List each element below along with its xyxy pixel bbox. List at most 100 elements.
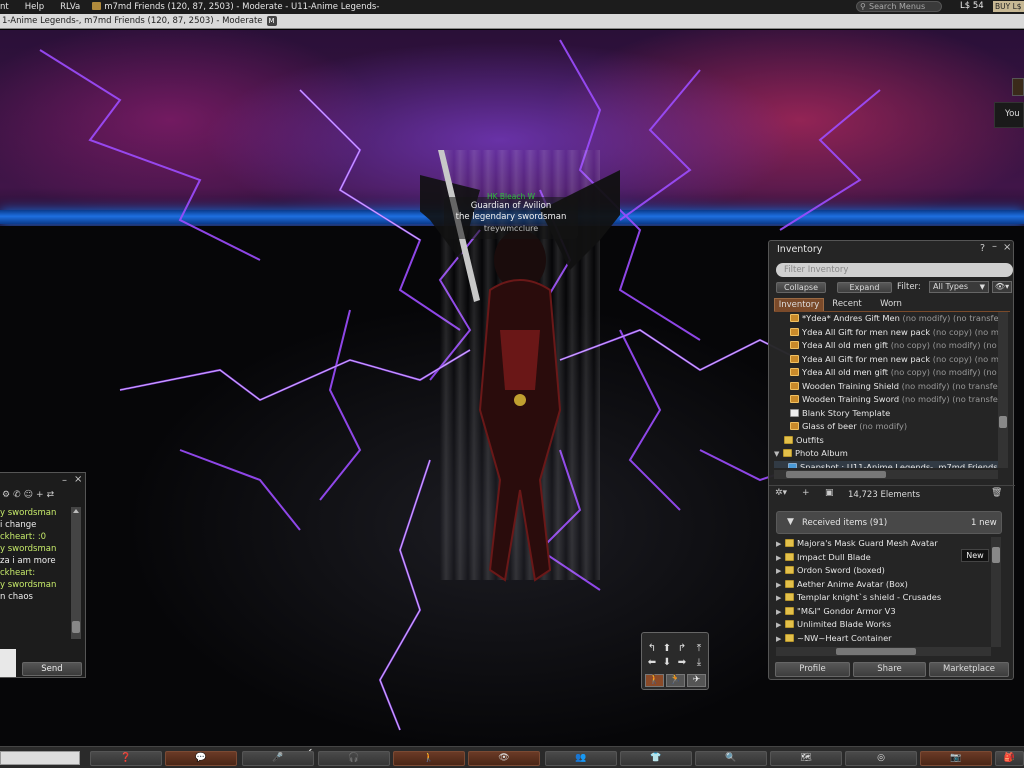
help-button[interactable]: ❓ xyxy=(90,751,162,766)
phone-icon[interactable]: ✆ xyxy=(13,490,21,504)
inventory-item[interactable]: Ydea All Gift for men new pack (no copy)… xyxy=(774,326,998,340)
move-backward-icon[interactable]: ⬇ xyxy=(660,657,674,669)
inventory-item[interactable]: *Ydea* Andres Gift Men (no modify) (no t… xyxy=(774,312,998,326)
chevron-right-icon[interactable]: ▶ xyxy=(776,606,785,620)
received-folder[interactable]: ▶ Unlimited Blade Works xyxy=(776,618,991,632)
move-button[interactable]: 🚶 xyxy=(393,751,465,766)
close-icon[interactable]: × xyxy=(74,474,82,485)
chevron-right-icon[interactable]: ▶ xyxy=(776,538,785,552)
received-folder[interactable]: ▶ "M&I" Gondor Armor V3 xyxy=(776,605,991,619)
inventory-item[interactable]: Ydea All old men gift (no copy) (no modi… xyxy=(774,339,998,353)
turn-right-icon[interactable]: ↱ xyxy=(675,643,689,655)
received-folder[interactable]: ▶ ~NW~Heart Container xyxy=(776,632,991,646)
share-icon[interactable]: ⇄ xyxy=(47,490,55,504)
received-folder[interactable]: ▶ Majora's Mask Guard Mesh Avatar xyxy=(776,537,991,551)
trash-folder-icon[interactable]: ▣ xyxy=(825,488,834,498)
strafe-right-icon[interactable]: ➡ xyxy=(675,657,689,669)
tab-worn[interactable]: Worn xyxy=(871,298,911,311)
move-forward-icon[interactable]: ⬆ xyxy=(660,643,674,655)
inventory-folder[interactable]: ▼ Photo Album xyxy=(774,447,998,461)
inventory-item[interactable]: Glass of beer (no modify) xyxy=(774,420,998,434)
fly-up-icon[interactable]: ⤒ xyxy=(692,643,706,655)
menu-world[interactable]: nt xyxy=(0,2,17,12)
chat-input-field[interactable] xyxy=(0,649,16,677)
inventory-item[interactable]: Snapshot : U11-Anime Legends-, m7md Frie… xyxy=(774,460,998,468)
inventory-scrollbar[interactable] xyxy=(998,312,1008,468)
inventory-button[interactable]: 🎒 xyxy=(995,751,1024,766)
add-icon[interactable]: + xyxy=(36,490,44,504)
view-button[interactable]: 👁 xyxy=(468,751,540,766)
chevron-right-icon[interactable]: ▶ xyxy=(776,633,785,647)
marketplace-button[interactable]: Marketplace xyxy=(929,662,1009,677)
turn-left-icon[interactable]: ↰ xyxy=(645,643,659,655)
speak-button[interactable]: 🎤 xyxy=(242,751,314,766)
received-folder[interactable]: ▶ Aether Anime Avatar (Box) xyxy=(776,578,991,592)
voice-button[interactable]: 🎧 xyxy=(318,751,390,766)
bottom-chat-input[interactable] xyxy=(0,751,80,765)
chat-button[interactable]: 💬 xyxy=(165,751,237,766)
inventory-item[interactable]: Wooden Training Shield (no modify) (no t… xyxy=(774,380,998,394)
chevron-right-icon[interactable]: ▶ xyxy=(776,565,785,579)
search-button[interactable]: 🔍 xyxy=(695,751,767,766)
inventory-item[interactable]: Ydea All Gift for men new pack (no copy)… xyxy=(774,353,998,367)
notification-toast[interactable]: You p xyxy=(994,102,1024,128)
inventory-item[interactable]: Blank Story Template xyxy=(774,407,998,421)
scroll-thumb[interactable] xyxy=(999,416,1007,428)
scroll-thumb[interactable] xyxy=(72,621,80,633)
hscroll-thumb[interactable] xyxy=(786,471,886,478)
profile-button[interactable]: Profile xyxy=(775,662,850,677)
received-hscrollbar[interactable] xyxy=(776,647,991,656)
minimap-button[interactable]: ◎ xyxy=(845,751,917,766)
inventory-item[interactable]: Ydea All old men gift (no copy) (no modi… xyxy=(774,366,998,380)
walk-mode-icon[interactable]: 🚶 xyxy=(645,674,664,687)
fly-down-icon[interactable]: ⤓ xyxy=(692,657,706,669)
filter-type-select[interactable]: All Types ▼ xyxy=(929,281,989,293)
buy-currency-button[interactable]: BUY L$ xyxy=(993,1,1024,12)
nav-location-text[interactable]: 1-Anime Legends-, m7md Friends (120, 87,… xyxy=(0,16,263,26)
filter-inventory-input[interactable]: Filter Inventory xyxy=(776,263,1013,277)
people-button[interactable]: 👥 xyxy=(545,751,617,766)
inventory-hscrollbar[interactable] xyxy=(774,470,998,479)
snapshot-button[interactable]: 📷 xyxy=(920,751,992,766)
notification-icon[interactable] xyxy=(1012,78,1024,96)
appearance-button[interactable]: 👕 xyxy=(620,751,692,766)
close-icon[interactable]: × xyxy=(1003,242,1011,253)
trash-icon[interactable]: 🗑 xyxy=(991,488,1002,498)
chevron-right-icon[interactable]: ▶ xyxy=(776,619,785,633)
profile-icon[interactable]: ☺ xyxy=(24,490,33,504)
received-items-header[interactable]: ▼ Received items (91) 1 new xyxy=(776,511,1002,534)
tab-inventory[interactable]: Inventory xyxy=(774,298,824,311)
expand-button[interactable]: Expand xyxy=(837,282,892,293)
gear-icon[interactable]: ⚙ xyxy=(2,490,10,504)
chevron-right-icon[interactable]: ▶ xyxy=(776,592,785,606)
share-button[interactable]: Share xyxy=(853,662,926,677)
chevron-right-icon[interactable]: ▶ xyxy=(776,579,785,593)
gear-icon[interactable]: ✲▾ xyxy=(775,488,787,498)
received-folder[interactable]: ▶ Ordon Sword (boxed) xyxy=(776,564,991,578)
scroll-thumb[interactable] xyxy=(992,547,1000,563)
chevron-down-icon[interactable]: ▼ xyxy=(774,448,783,462)
search-menus-input[interactable]: ⚲ Search Menus xyxy=(856,1,942,12)
add-icon[interactable]: + xyxy=(802,488,810,498)
map-button[interactable]: 🗺 xyxy=(770,751,842,766)
inventory-item[interactable]: Wooden Training Sword (no modify) (no tr… xyxy=(774,393,998,407)
scroll-up-icon[interactable] xyxy=(73,509,79,513)
menu-help[interactable]: Help xyxy=(17,2,52,12)
send-button[interactable]: Send xyxy=(22,662,82,676)
received-folder[interactable]: ▶ Impact Dull Blade xyxy=(776,551,991,565)
view-options-icon[interactable]: 👁▾ xyxy=(992,281,1012,293)
fly-mode-icon[interactable]: ✈ xyxy=(687,674,706,687)
collapse-button[interactable]: Collapse xyxy=(776,282,826,293)
chat-scrollbar[interactable] xyxy=(71,507,81,639)
menu-rlva[interactable]: RLVa xyxy=(52,2,88,12)
strafe-left-icon[interactable]: ⬅ xyxy=(645,657,659,669)
help-icon[interactable]: ? xyxy=(980,243,985,254)
inventory-folder[interactable]: Outfits xyxy=(774,434,998,448)
run-mode-icon[interactable]: 🏃 xyxy=(666,674,685,687)
minimize-icon[interactable]: – xyxy=(992,241,997,252)
received-folder[interactable]: ▶ Templar knight`s shield - Crusades xyxy=(776,591,991,605)
hscroll-thumb[interactable] xyxy=(836,648,916,655)
tab-recent[interactable]: Recent xyxy=(825,298,869,311)
received-scrollbar[interactable] xyxy=(991,537,1001,647)
chevron-right-icon[interactable]: ▶ xyxy=(776,552,785,566)
